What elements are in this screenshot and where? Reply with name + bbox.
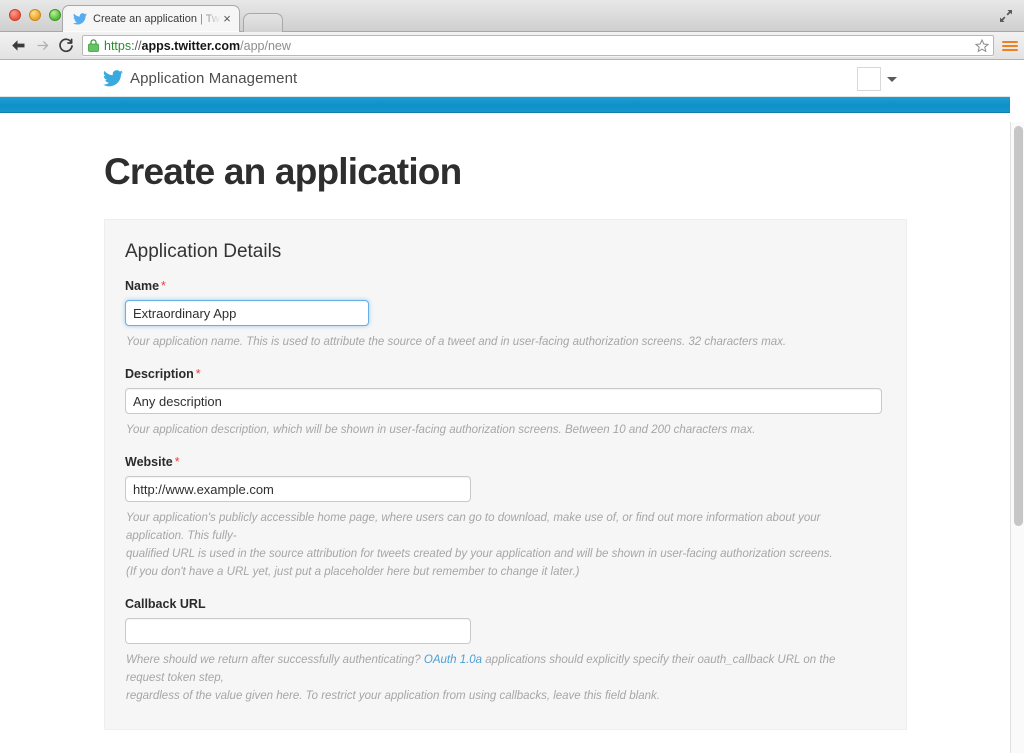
section-title-application-details: Application Details [125, 241, 282, 262]
twitter-bird-icon [72, 12, 88, 26]
browser-window: Create an application | Twi × https://ap… [0, 0, 1024, 753]
help-website: Your application's publicly accessible h… [126, 509, 871, 581]
bookmark-star-icon[interactable] [975, 38, 989, 53]
close-tab-button[interactable]: × [221, 12, 233, 25]
browser-toolbar: https://apps.twitter.com/app/new [0, 32, 1024, 60]
reload-button[interactable] [54, 35, 78, 57]
help-website-line-2: qualified URL is used in the source attr… [126, 548, 833, 560]
label-description: Description * [125, 367, 201, 381]
field-website: Website * [125, 455, 884, 502]
scrollbar-thumb[interactable] [1014, 126, 1023, 526]
close-window-button[interactable] [9, 9, 21, 21]
help-callback-url: Where should we return after successfull… [126, 651, 871, 705]
page-title: Create an application [104, 151, 462, 192]
fullscreen-icon[interactable] [998, 8, 1014, 24]
label-callback-url: Callback URL [125, 597, 206, 611]
minimize-window-button[interactable] [29, 9, 41, 21]
label-website: Website * [125, 455, 180, 469]
label-name: Name * [125, 279, 166, 293]
maximize-window-button[interactable] [49, 9, 61, 21]
browser-tab-title: Create an application | Twi [93, 13, 221, 25]
page-viewport: Application Management Create an applica… [0, 61, 1024, 753]
back-button[interactable] [6, 35, 30, 57]
website-input[interactable] [125, 476, 471, 502]
brand-link[interactable]: Application Management [103, 70, 297, 87]
required-marker: * [174, 455, 180, 469]
window-controls [9, 9, 61, 21]
twitter-bird-icon [103, 70, 123, 87]
help-website-line-1: Your application's publicly accessible h… [126, 512, 821, 542]
browser-tab-active[interactable]: Create an application | Twi × [62, 5, 240, 32]
help-callback-line-2: regardless of the value given here. To r… [126, 690, 660, 702]
callback-url-input[interactable] [125, 618, 471, 644]
help-callback-line-1: Where should we return after successfull… [126, 654, 836, 684]
address-bar[interactable]: https://apps.twitter.com/app/new [82, 35, 994, 56]
description-input[interactable] [125, 388, 882, 414]
help-website-line-3: (If you don't have a URL yet, just put a… [126, 566, 580, 578]
name-input[interactable] [125, 300, 369, 326]
account-menu[interactable] [857, 67, 897, 91]
required-marker: * [161, 279, 166, 293]
primary-nav-bar [0, 97, 1010, 113]
new-tab-button[interactable] [243, 13, 283, 32]
oauth-1-0a-link[interactable]: OAuth 1.0a [424, 654, 482, 666]
brand-title: Application Management [130, 70, 298, 87]
chevron-down-icon[interactable] [887, 76, 897, 82]
browser-titlebar: Create an application | Twi × [0, 0, 1024, 32]
page-scrollbar[interactable] [1010, 122, 1024, 753]
chrome-menu-icon[interactable] [1002, 40, 1018, 51]
field-callback-url: Callback URL [125, 597, 884, 644]
tab-strip: Create an application | Twi × [62, 5, 283, 32]
required-marker: * [195, 367, 201, 381]
panel-gap [104, 730, 1010, 753]
help-name: Your application name. This is used to a… [126, 336, 787, 348]
help-description: Your application description, which will… [126, 424, 756, 436]
site-header: Application Management [0, 61, 1010, 97]
field-name: Name * [125, 279, 884, 326]
field-description: Description * [125, 367, 884, 414]
forward-button[interactable] [30, 35, 54, 57]
page-content: Application Management Create an applica… [0, 61, 1010, 753]
secure-lock-icon [88, 39, 99, 52]
url-text: https://apps.twitter.com/app/new [104, 38, 291, 53]
main-content: Create an application Application Detail… [0, 150, 1010, 753]
application-details-panel: Application Details Name* Your applicati… [104, 219, 907, 730]
avatar[interactable] [857, 67, 881, 91]
